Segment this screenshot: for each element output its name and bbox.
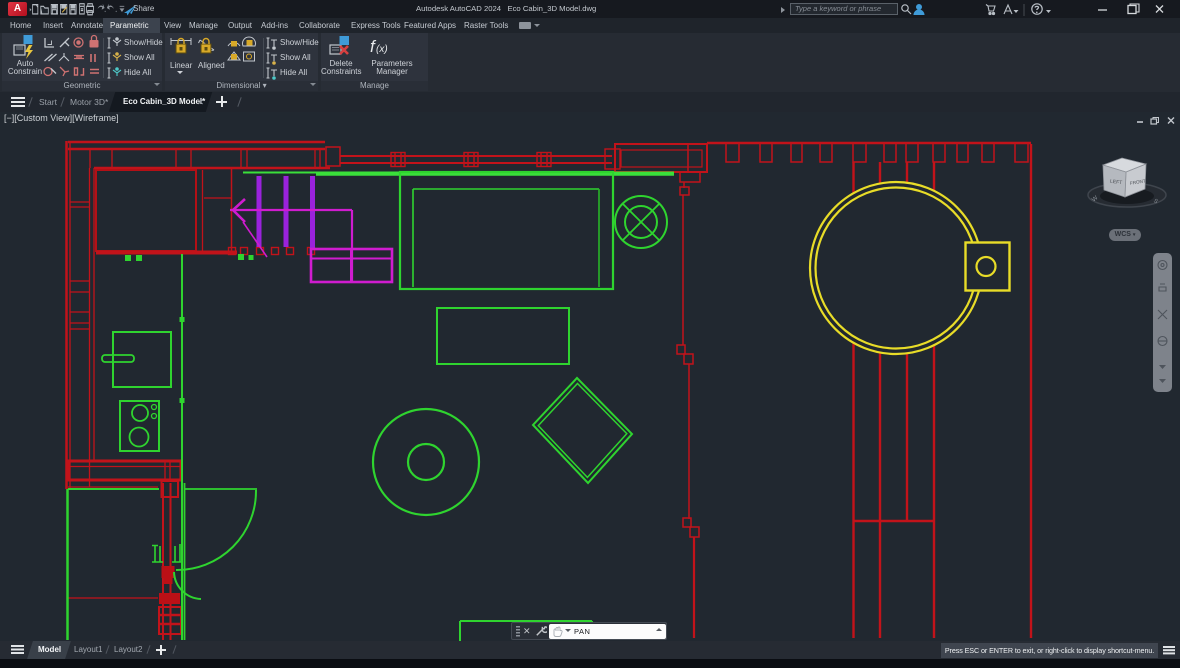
svg-text:(x): (x)	[376, 44, 388, 55]
